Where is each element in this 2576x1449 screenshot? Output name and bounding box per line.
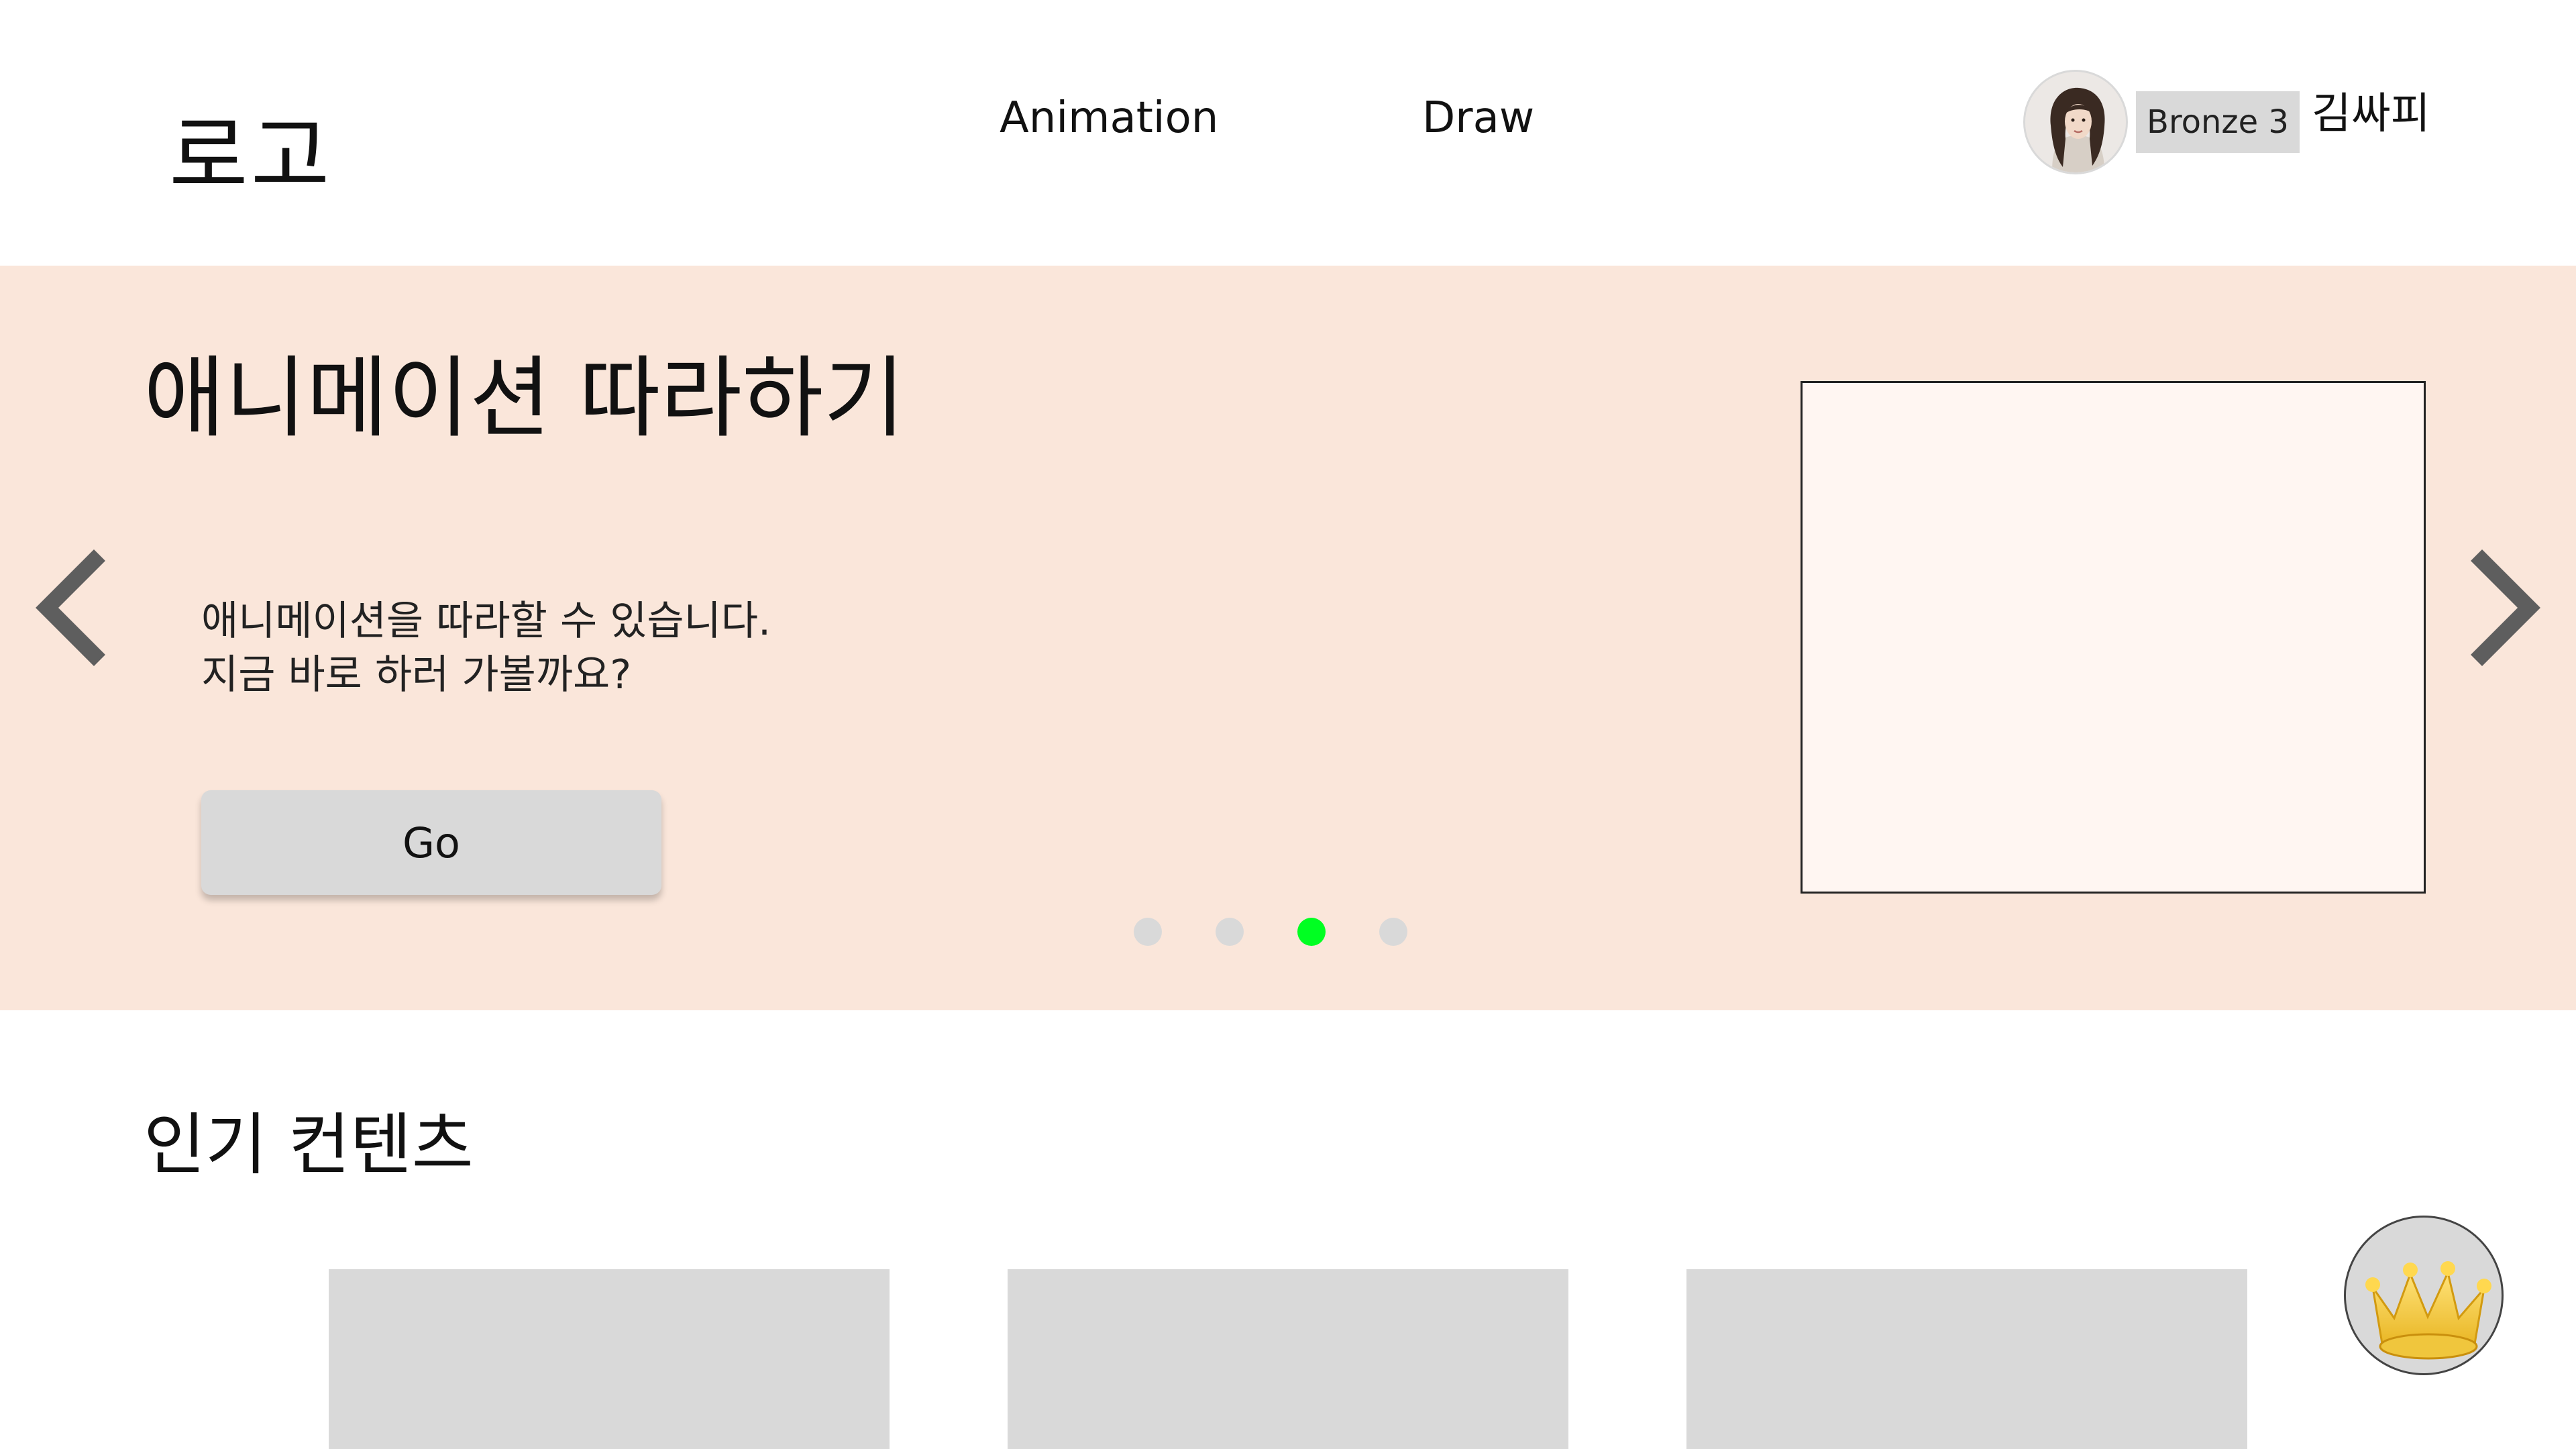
crown-icon — [2365, 1261, 2491, 1360]
hero-description: 애니메이션을 따라할 수 있습니다. 지금 바로 하러 가볼까요? — [201, 594, 771, 702]
chevron-right-icon — [2471, 549, 2540, 666]
hero-title: 애니메이션 따라하기 — [144, 347, 905, 450]
carousel-dot-1[interactable] — [1134, 918, 1162, 946]
carousel-next-button[interactable] — [2466, 547, 2546, 668]
hero-description-line-1: 애니메이션을 따라할 수 있습니다. — [201, 598, 771, 645]
logo[interactable]: 로고 — [169, 114, 333, 200]
ranking-button[interactable] — [2344, 1216, 2504, 1375]
carousel-indicators — [1134, 918, 1415, 947]
content-card[interactable] — [1686, 1269, 2247, 1449]
username[interactable]: 김싸피 — [2312, 93, 2430, 136]
avatar[interactable] — [2023, 70, 2128, 174]
popular-section-title: 인기 컨텐츠 — [144, 1106, 474, 1184]
content-card[interactable] — [329, 1269, 890, 1449]
rank-badge: Bronze 3 — [2136, 91, 2300, 153]
nav-item-draw[interactable]: Draw — [1422, 97, 1534, 140]
hero-preview-image — [1801, 381, 2426, 894]
go-button[interactable]: Go — [201, 790, 661, 895]
chevron-left-icon — [36, 549, 105, 666]
header: 로고 Animation Draw Bronze 3 김싸피 — [0, 0, 2576, 266]
hero-banner: 애니메이션 따라하기 애니메이션을 따라할 수 있습니다. 지금 바로 하러 가… — [0, 266, 2576, 1010]
hero-description-line-2: 지금 바로 하러 가볼까요? — [201, 651, 632, 698]
carousel-prev-button[interactable] — [30, 547, 110, 668]
avatar-image — [2025, 72, 2126, 172]
carousel-dot-4[interactable] — [1379, 918, 1407, 946]
carousel-dot-2[interactable] — [1216, 918, 1244, 946]
nav-item-animation[interactable]: Animation — [1000, 97, 1218, 140]
carousel-dot-3[interactable] — [1297, 918, 1326, 946]
content-card[interactable] — [1008, 1269, 1568, 1449]
